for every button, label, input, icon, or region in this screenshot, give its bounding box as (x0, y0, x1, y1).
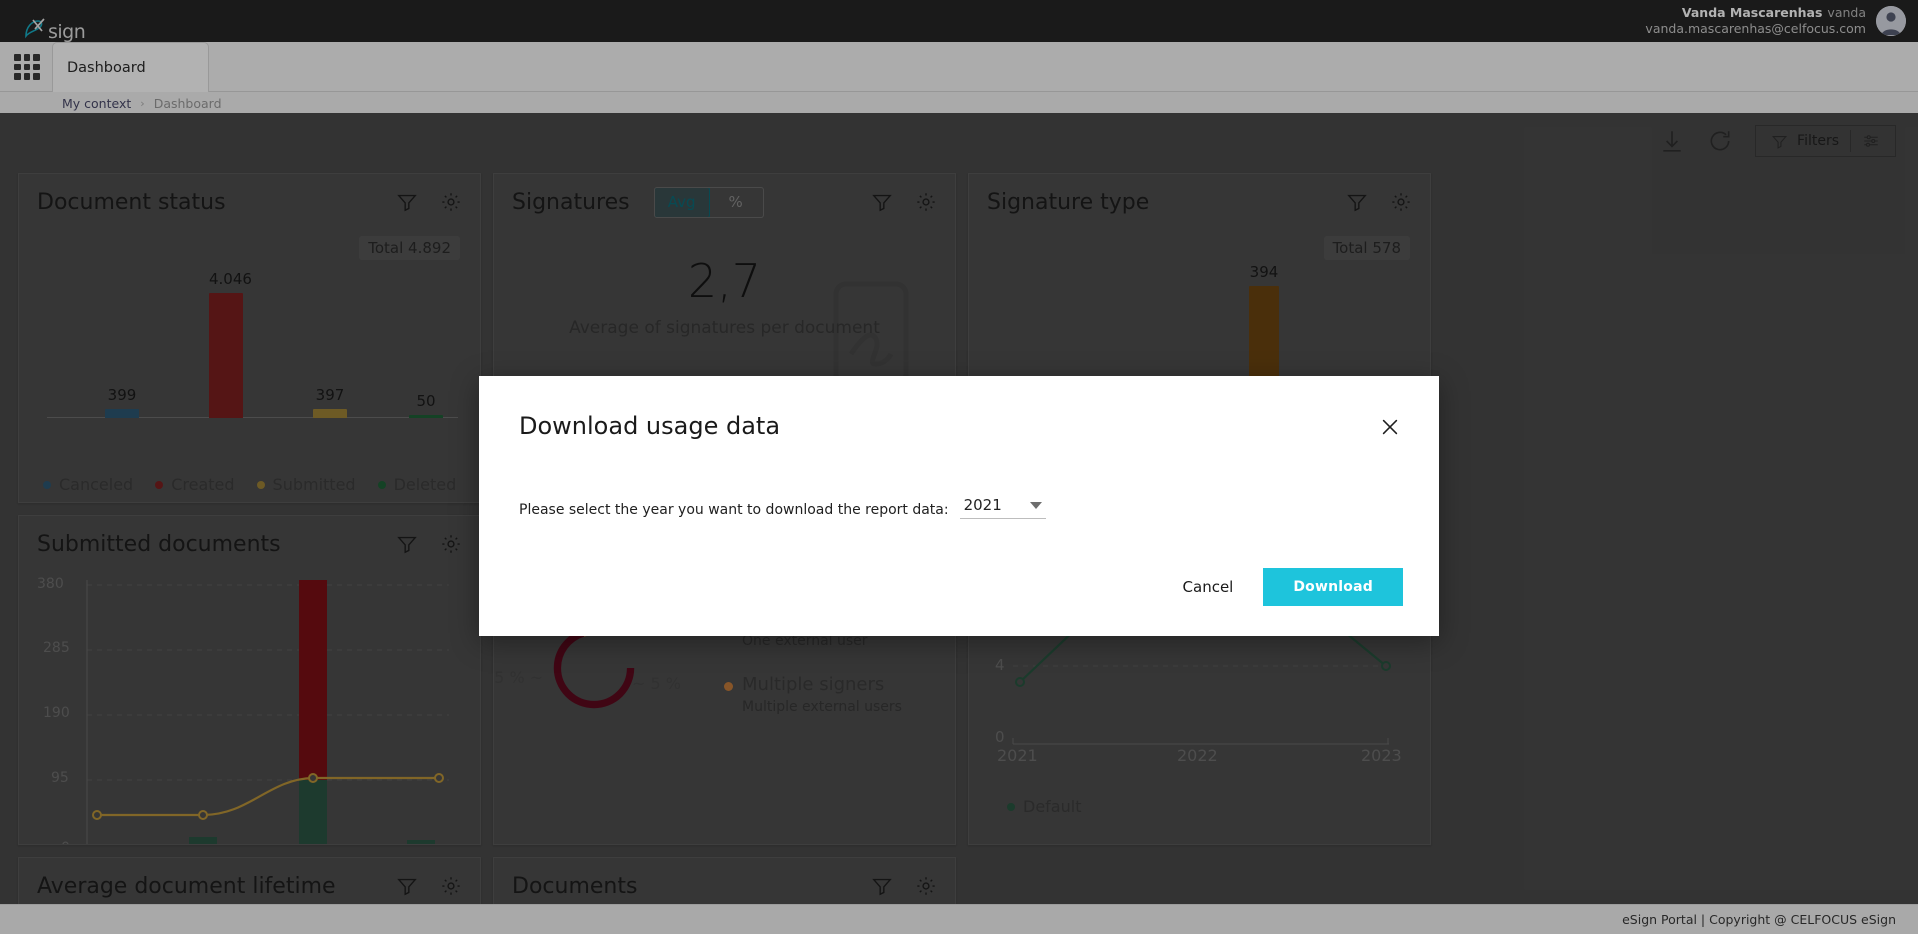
chevron-down-icon (1029, 501, 1042, 509)
cancel-button[interactable]: Cancel (1179, 570, 1238, 604)
download-button[interactable]: Download (1263, 568, 1403, 606)
close-icon (1382, 419, 1398, 435)
year-select[interactable]: 2021 (959, 496, 1046, 519)
year-select-label: Please select the year you want to downl… (519, 502, 949, 519)
download-usage-data-dialog: Download usage data Please select the ye… (479, 376, 1439, 636)
dialog-actions: Cancel Download (1179, 568, 1403, 606)
year-selection-row: Please select the year you want to downl… (519, 496, 1046, 519)
close-button[interactable] (1377, 414, 1403, 440)
year-select-value: 2021 (963, 496, 1002, 514)
dialog-title: Download usage data (519, 412, 781, 440)
